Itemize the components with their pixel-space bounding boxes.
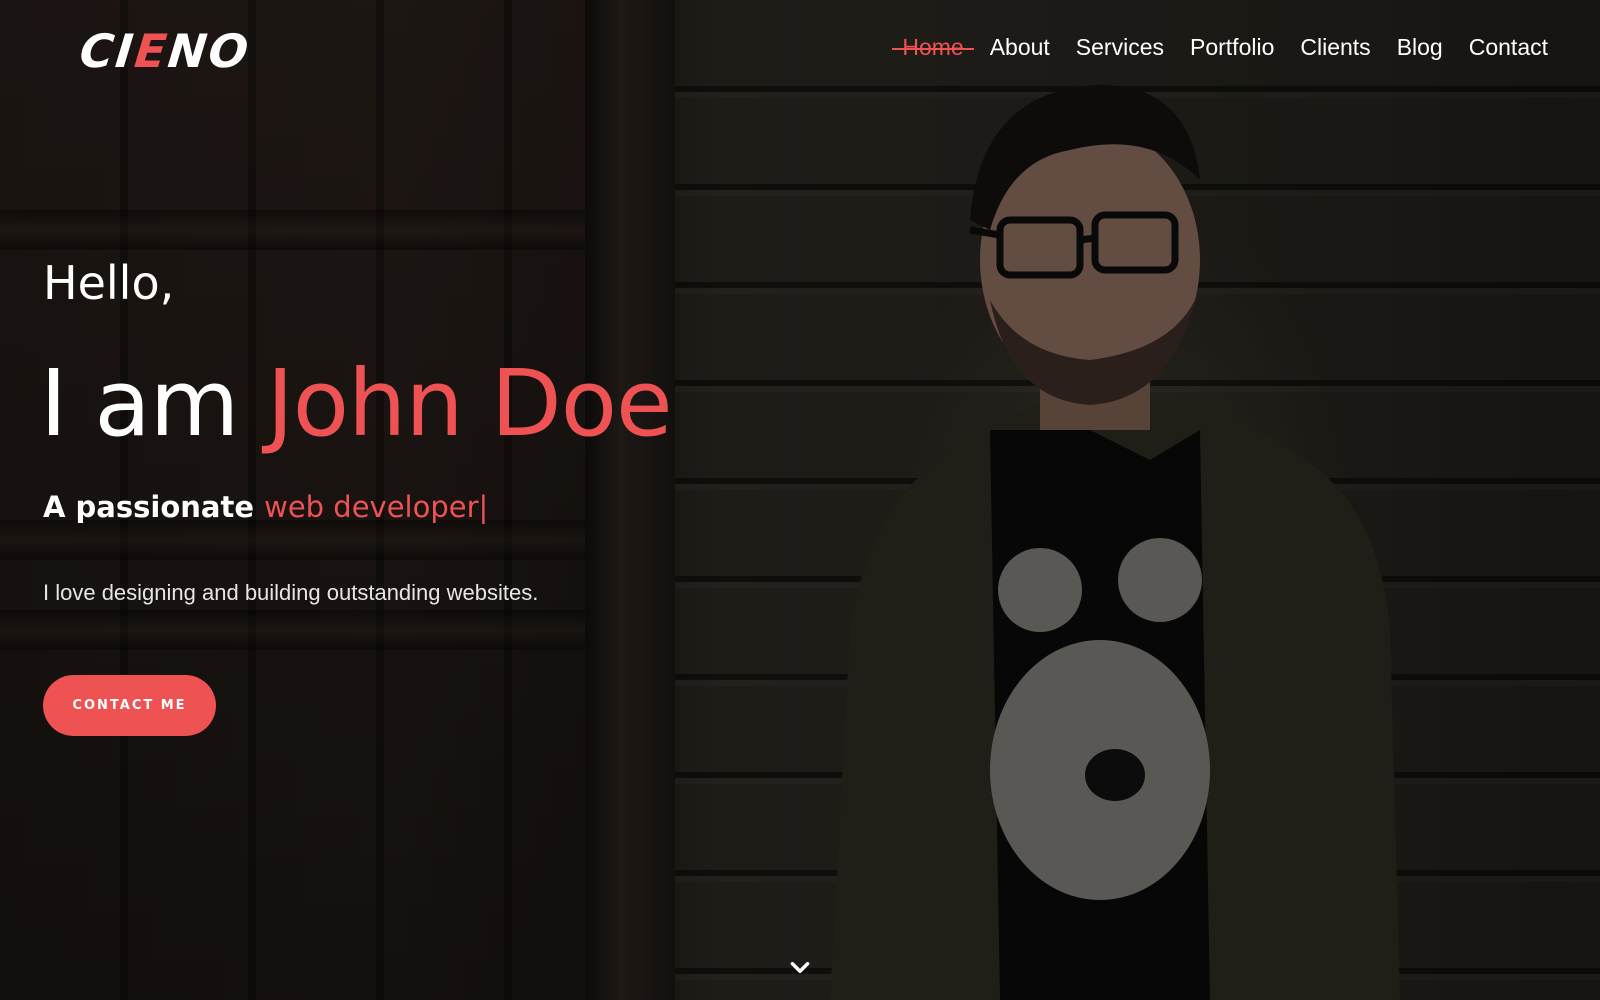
nav-item-about[interactable]: About <box>990 34 1050 61</box>
hero-heading-prefix: I am <box>40 350 267 457</box>
hero-heading: I am John Doe <box>40 350 673 457</box>
nav-item-contact[interactable]: Contact <box>1469 34 1548 61</box>
site-logo[interactable]: CIENO <box>77 24 253 78</box>
logo-part: O <box>205 24 253 78</box>
nav-item-home[interactable]: Home <box>892 34 975 61</box>
nav-item-blog[interactable]: Blog <box>1397 34 1443 61</box>
nav-item-services[interactable]: Services <box>1076 34 1164 61</box>
hero-section: CIENO Home About Services Portfolio Clie… <box>0 0 1600 1000</box>
nav-item-clients[interactable]: Clients <box>1300 34 1370 61</box>
logo-part: N <box>165 24 212 78</box>
hero-typed-role: web developer| <box>264 490 489 524</box>
nav-item-portfolio[interactable]: Portfolio <box>1190 34 1274 61</box>
hero-name: John Doe <box>266 350 673 457</box>
hero-tagline: A passionate web developer| <box>43 490 488 524</box>
logo-part: CI <box>77 24 138 78</box>
hero-tagline-prefix: A passionate <box>43 490 265 524</box>
main-nav: Home About Services Portfolio Clients Bl… <box>892 34 1548 61</box>
hero-description: I love designing and building outstandin… <box>43 580 539 605</box>
contact-me-button[interactable]: CONTACT ME <box>43 675 216 736</box>
chevron-down-icon[interactable] <box>787 955 813 981</box>
hero-greeting: Hello, <box>43 256 175 310</box>
